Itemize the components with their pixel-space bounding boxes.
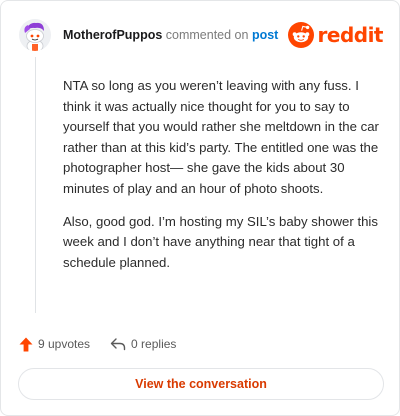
comment-paragraph: Also, good god. I’m hosting my SIL’s bab… bbox=[63, 213, 378, 270]
view-conversation-button[interactable]: View the conversation bbox=[18, 368, 384, 400]
thread-line bbox=[35, 57, 36, 313]
user-avatar[interactable] bbox=[19, 19, 51, 51]
embedded-comment-card: MotherofPuppos commented on post reddit … bbox=[0, 0, 400, 416]
comment-stats: 9 upvotes 0 replies bbox=[19, 334, 196, 354]
comment-body: NTA so long as you weren’t leaving with … bbox=[63, 76, 383, 286]
comment-meta: MotherofPuppos commented on post bbox=[63, 27, 278, 43]
action-text: commented on bbox=[165, 28, 249, 42]
replies-count: 0 replies bbox=[131, 337, 177, 351]
reply-arrow-icon bbox=[110, 338, 126, 351]
reddit-wordmark: reddit bbox=[317, 23, 384, 47]
upvotes-stat[interactable]: 9 upvotes bbox=[19, 337, 90, 352]
snoo-avatar-icon bbox=[19, 19, 51, 51]
post-link[interactable]: post bbox=[252, 28, 278, 42]
reddit-snoo-icon bbox=[287, 22, 314, 48]
upvotes-count: 9 upvotes bbox=[38, 337, 91, 351]
reddit-logo[interactable]: reddit bbox=[287, 21, 384, 49]
username-link[interactable]: MotherofPuppos bbox=[63, 28, 162, 42]
upvote-arrow-icon bbox=[19, 337, 33, 351]
comment-paragraph: NTA so long as you weren’t leaving with … bbox=[63, 78, 379, 196]
comment-header: MotherofPuppos commented on post reddit bbox=[19, 19, 384, 51]
replies-stat[interactable]: 0 replies bbox=[110, 337, 176, 351]
